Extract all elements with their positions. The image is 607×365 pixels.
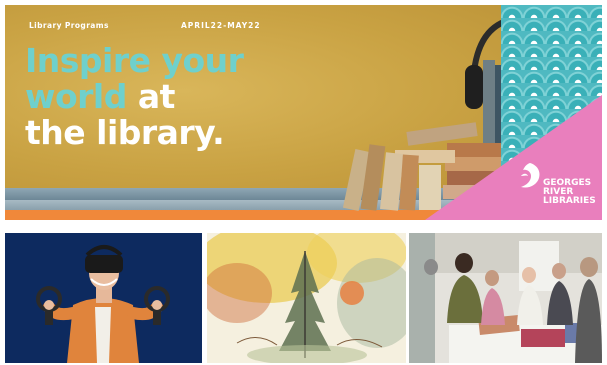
watercolor-tree-icon: [207, 233, 406, 363]
vr-photo: [5, 233, 202, 363]
vr-headset-person-icon: [5, 233, 202, 363]
library-logo: GEORGES RIVER LIBRARIES: [517, 157, 602, 217]
logo-line-3: LIBRARIES: [543, 196, 596, 206]
craft-workshop-people-icon: [409, 233, 602, 363]
hero-banner: Library Programs APRIL22-MAY22 Inspire y…: [5, 5, 602, 220]
headline: Inspire your world at the library.: [25, 43, 345, 151]
headline-line-2: world at: [25, 79, 345, 115]
headline-line-3: the library.: [25, 113, 225, 152]
headline-word-at: at: [126, 77, 176, 116]
date-range: APRIL22-MAY22: [181, 21, 261, 30]
headline-line-1: Inspire your: [25, 41, 244, 80]
headline-word-world: world: [25, 77, 127, 116]
dragon-logo-icon: [521, 163, 540, 188]
logo-wordmark: GEORGES RIVER LIBRARIES: [543, 179, 596, 206]
promo-graphic: Library Programs APRIL22-MAY22 Inspire y…: [0, 0, 607, 365]
program-label: Library Programs: [29, 21, 109, 30]
watercolor-art-photo: [207, 233, 406, 363]
craft-workshop-photo: [409, 233, 602, 363]
